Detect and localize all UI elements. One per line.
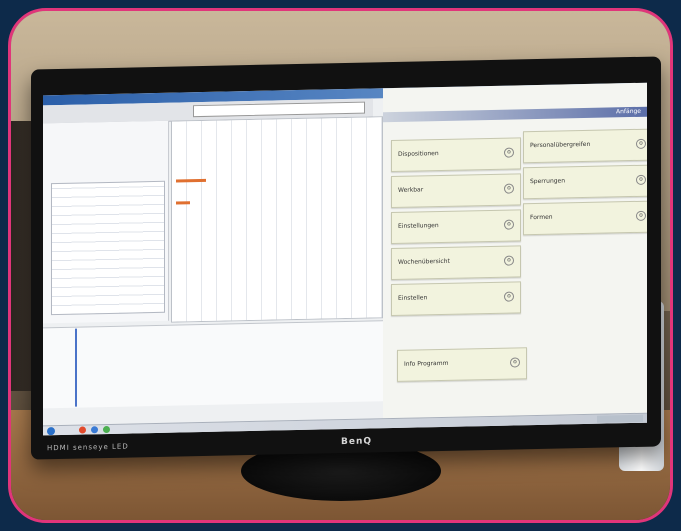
gear-icon: ⚙ [504, 219, 514, 230]
tile-label: Formen [530, 213, 553, 222]
left-pane [43, 120, 169, 324]
gear-icon: ⚙ [504, 147, 514, 158]
monitor: Anfänge Dispositionen ⚙ Werkbar ⚙ Einste… [31, 56, 661, 460]
gear-icon: ⚙ [504, 291, 514, 302]
schedule-chart[interactable] [171, 116, 383, 323]
tile-dispositionen[interactable]: Dispositionen ⚙ [391, 137, 521, 173]
monitor-brand-logo: BenQ [341, 436, 373, 448]
gear-icon: ⚙ [636, 210, 646, 221]
gear-icon: ⚙ [510, 357, 520, 368]
tile-label: Sperrungen [530, 177, 566, 186]
launcher-header-label: Anfänge [616, 107, 641, 116]
tile-werkbar[interactable]: Werkbar ⚙ [391, 173, 521, 209]
system-tray[interactable] [597, 414, 643, 423]
launcher-header: Anfänge [383, 106, 647, 123]
tile-einstellungen[interactable]: Einstellungen ⚙ [391, 209, 521, 245]
schedule-grid [172, 117, 382, 322]
tile-label: Personalübergreifen [530, 140, 591, 150]
tile-wochenuebersicht[interactable]: Wochenübersicht ⚙ [391, 245, 521, 281]
tile-label: Einstellen [398, 294, 428, 302]
gear-icon: ⚙ [504, 255, 514, 266]
browser-icon[interactable] [79, 426, 86, 434]
tile-label: Wochenübersicht [398, 257, 450, 266]
gear-icon: ⚙ [636, 138, 646, 149]
tile-label: Werkbar [398, 186, 424, 194]
tile-info-programm[interactable]: Info Programm ⚙ [397, 347, 527, 382]
timeline-marker [75, 328, 77, 407]
gear-icon: ⚙ [504, 183, 514, 194]
schedule-bar[interactable] [176, 201, 190, 205]
explorer-icon[interactable] [91, 426, 98, 434]
bottom-pane [43, 320, 393, 409]
tile-personaluebergreifen[interactable]: Personalübergreifen ⚙ [523, 128, 647, 164]
tile-formen[interactable]: Formen ⚙ [523, 200, 647, 236]
launcher-pane: Anfänge Dispositionen ⚙ Werkbar ⚙ Einste… [383, 82, 647, 419]
schedule-bar[interactable] [176, 178, 206, 183]
start-button[interactable] [47, 427, 55, 436]
app-icon[interactable] [103, 425, 110, 434]
tile-label: Einstellungen [398, 222, 439, 230]
screen: Anfänge Dispositionen ⚙ Werkbar ⚙ Einste… [43, 82, 647, 436]
gear-icon: ⚙ [636, 174, 646, 185]
taskbar [43, 412, 647, 436]
tile-einstellen[interactable]: Einstellen ⚙ [391, 281, 521, 317]
tile-label: Dispositionen [398, 150, 439, 158]
data-grid[interactable] [51, 180, 165, 316]
tile-sperrungen[interactable]: Sperrungen ⚙ [523, 164, 647, 200]
tile-label: Info Programm [404, 359, 449, 368]
photo-frame: Anfänge Dispositionen ⚙ Werkbar ⚙ Einste… [8, 8, 673, 523]
monitor-model-label: HDMI senseye LED [47, 442, 129, 453]
